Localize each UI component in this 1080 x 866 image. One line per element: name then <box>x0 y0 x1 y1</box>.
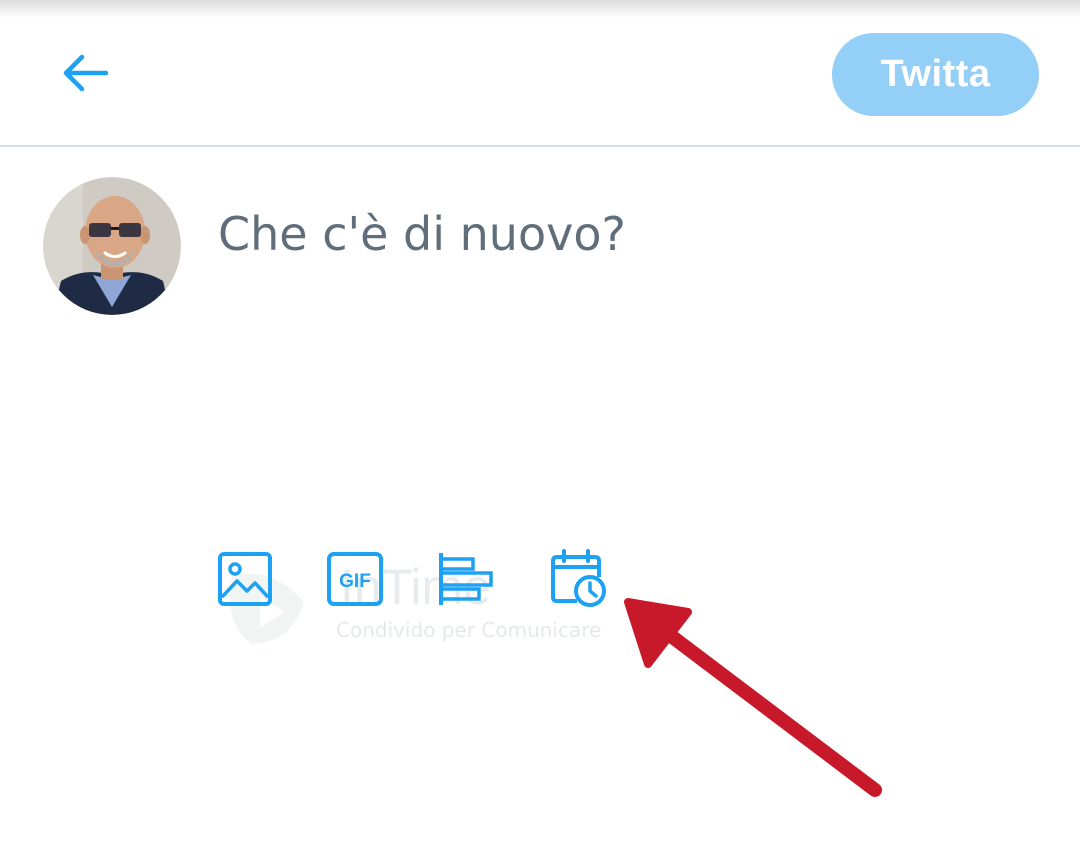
back-button[interactable] <box>50 40 120 106</box>
annotation-arrow <box>624 598 882 797</box>
gif-icon-label: GIF <box>339 571 371 592</box>
add-poll-button[interactable] <box>436 548 496 610</box>
schedule-icon <box>551 549 606 607</box>
schedule-button[interactable] <box>548 548 608 610</box>
watermark-tagline: Condivido per Comunicare <box>336 618 602 642</box>
compose-header: Twitta <box>0 0 1080 145</box>
add-gif-button[interactable]: GIF <box>325 548 385 610</box>
gif-icon: GIF <box>327 552 383 606</box>
image-icon <box>218 552 272 606</box>
avatar[interactable] <box>43 177 181 315</box>
poll-icon <box>439 553 493 605</box>
arrow-left-icon <box>63 54 109 92</box>
header-divider <box>0 145 1080 147</box>
tweet-button[interactable]: Twitta <box>832 33 1039 116</box>
compose-input[interactable] <box>218 207 1038 287</box>
add-image-button[interactable] <box>215 548 275 610</box>
